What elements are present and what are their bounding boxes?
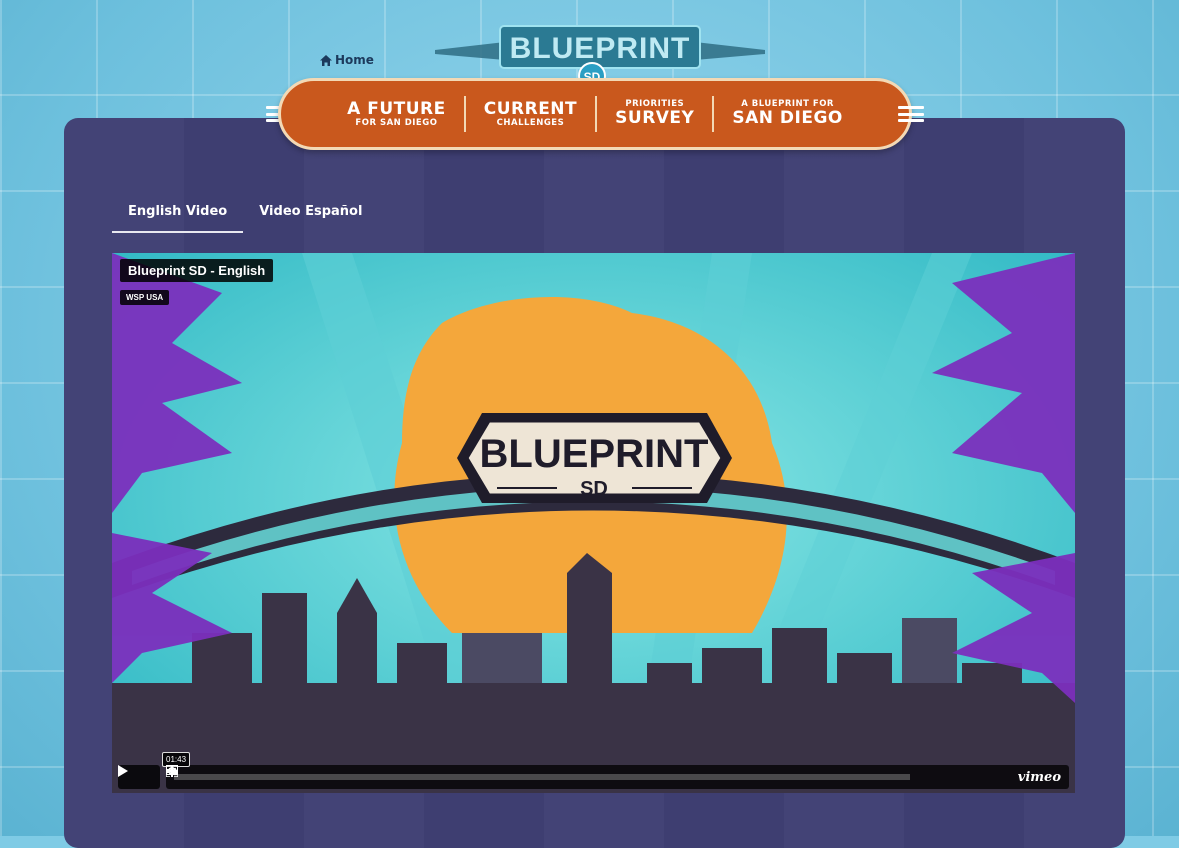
home-icon [320,54,332,66]
nav-challenges-title: CURRENT [483,98,578,119]
video-logo-text: BLUEPRINT [480,432,709,476]
main-nav: A FUTURE FOR SAN DIEGO CURRENT CHALLENGE… [278,78,912,150]
nav-survey-title: SURVEY [615,108,695,129]
volume-icon[interactable] [166,766,930,783]
tab-english-video[interactable]: English Video [112,200,244,233]
play-button[interactable] [118,765,160,789]
settings-icon[interactable] [166,765,970,783]
nav-challenges-sub: CHALLENGES [496,117,565,128]
nav-future-sub: FOR SAN DIEGO [355,117,438,128]
logo-text: BLUEPRINT [510,32,691,65]
nav-blueprint-title: SAN DIEGO [732,108,843,129]
pip-icon[interactable] [166,765,990,783]
vimeo-logo[interactable]: vimeo [1018,770,1061,785]
progress-bar[interactable]: 01:43 [162,752,910,780]
video-title[interactable]: Blueprint SD - English [120,259,274,282]
fullscreen-icon[interactable] [166,765,1010,783]
control-icons: CC vimeo [166,765,1069,785]
nav-future[interactable]: A FUTURE FOR SAN DIEGO [329,100,464,128]
menu-icon[interactable] [898,106,924,122]
captions-icon[interactable]: CC [166,765,950,783]
play-icon [118,765,128,777]
video-frame: BLUEPRINT SD [112,253,1075,793]
video-controls: 01:43 CC vimeo [118,752,1069,789]
nav-future-title: A FUTURE [347,98,446,119]
home-link[interactable]: Home [320,53,374,67]
tab-video-espanol[interactable]: Video Español [243,200,378,233]
video-tabs: English Video Video Español [112,200,378,233]
nav-blueprint[interactable]: A BLUEPRINT FOR SAN DIEGO [714,99,861,129]
home-label: Home [335,53,374,67]
progress-bar-container: 01:43 CC vimeo [162,752,1069,789]
video-logo-sub: SD [580,478,608,500]
video-player[interactable]: BLUEPRINT SD Blueprint SD - English WSP … [112,253,1075,793]
nav-challenges[interactable]: CURRENT CHALLENGES [466,100,595,128]
video-byline[interactable]: WSP USA [120,290,170,305]
nav-survey[interactable]: PRIORITIES SURVEY [597,99,712,129]
